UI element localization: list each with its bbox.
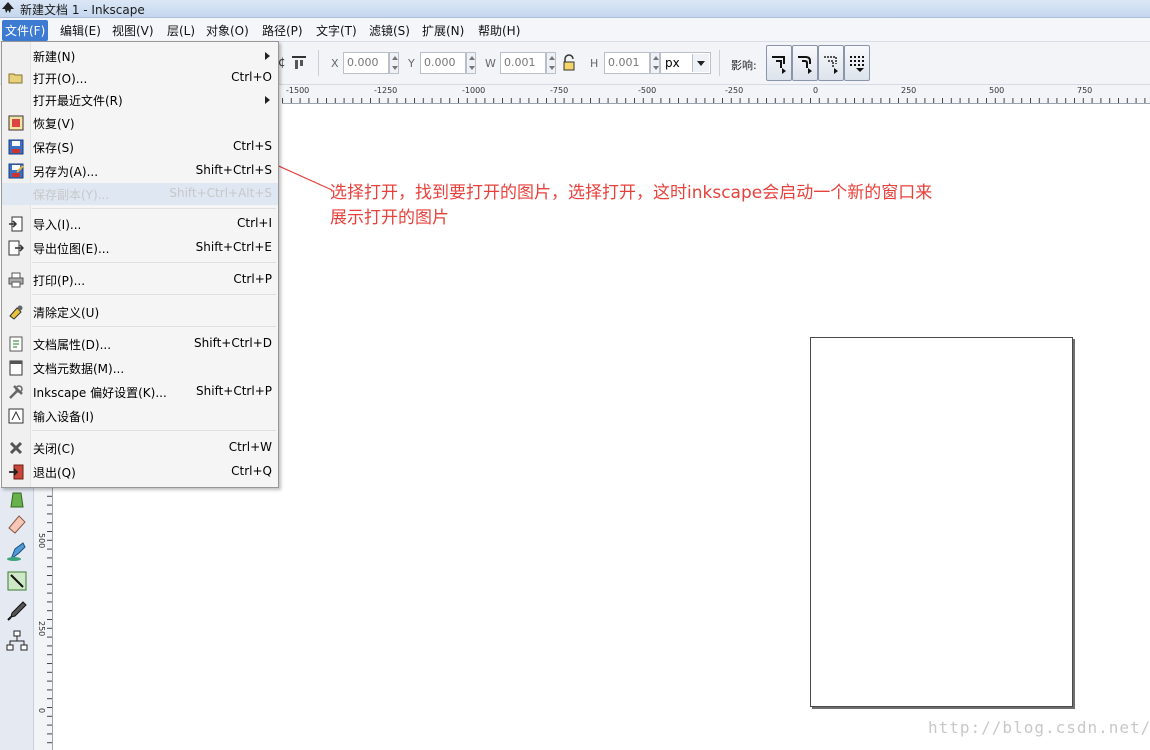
document-properties-icon [9, 336, 23, 352]
menu-item-save-copy: 保存副本(Y)... Shift+Ctrl+Alt+S [2, 183, 278, 205]
menu-item-label: 退出(Q) [33, 466, 76, 480]
menu-item-label: 保存(S) [33, 141, 74, 155]
menu-separator [32, 326, 276, 327]
menu-item-document-metadata[interactable]: 文档元数据(M)... [2, 357, 278, 379]
menu-item-shortcut: Ctrl+S [232, 139, 272, 153]
menu-item-save[interactable]: 保存(S) Ctrl+S [2, 136, 278, 158]
menu-separator [32, 208, 276, 209]
annotation-line-1: 选择打开，找到要打开的图片，选择打开，这时inkscape会启动一个新的窗口来 [330, 183, 933, 203]
submenu-arrow-icon [265, 52, 270, 60]
menu-item-quit[interactable]: 退出(Q) Ctrl+Q [2, 461, 278, 483]
menu-item-import[interactable]: 导入(I)... Ctrl+I [2, 213, 278, 235]
menu-item-label: 打开最近文件(R) [33, 94, 123, 108]
menu-separator [32, 294, 276, 295]
menu-item-shortcut: Ctrl+O [231, 70, 272, 84]
menu-item-shortcut: Shift+Ctrl+Alt+S [169, 186, 272, 200]
preferences-icon [9, 385, 23, 399]
menu-item-input-devices[interactable]: 输入设备(I) [2, 405, 278, 427]
menu-item-preferences[interactable]: Inkscape 偏好设置(K)... Shift+Ctrl+P [2, 381, 278, 403]
menu-item-close[interactable]: 关闭(C) Ctrl+W [2, 437, 278, 459]
input-devices-icon [8, 408, 24, 424]
menu-separator [32, 430, 276, 431]
menu-item-shortcut: Shift+Ctrl+E [195, 240, 272, 254]
menu-item-shortcut: Ctrl+P [233, 272, 272, 286]
menu-item-label: 文档属性(D)... [33, 338, 112, 352]
menu-item-open[interactable]: 打开(O)... Ctrl+O [2, 67, 278, 89]
menu-item-shortcut: Ctrl+W [228, 440, 272, 454]
menu-item-save-as[interactable]: 另存为(A)... Shift+Ctrl+S [2, 160, 278, 182]
save-icon [8, 139, 24, 155]
file-menu: 新建(N) 打开(O)... Ctrl+O 打开最近文件(R) 恢复(V) 保存… [1, 41, 279, 488]
menu-item-label: 清除定义(U) [33, 306, 100, 320]
export-bitmap-icon [8, 240, 24, 256]
menu-item-label: 另存为(A)... [33, 165, 99, 179]
watermark-text: http://blog.csdn.net/ [928, 718, 1150, 737]
menu-item-shortcut: Shift+Ctrl+D [194, 336, 272, 350]
document-metadata-icon [9, 360, 23, 376]
menu-item-label: 导出位图(E)... [33, 242, 110, 256]
annotation-text: 选择打开，找到要打开的图片，选择打开，这时inkscape会启动一个新的窗口来 … [330, 181, 1010, 231]
menu-item-label: 恢复(V) [33, 117, 75, 131]
menu-item-document-properties[interactable]: 文档属性(D)... Shift+Ctrl+D [2, 333, 278, 355]
menu-item-revert[interactable]: 恢复(V) [2, 112, 278, 134]
menu-item-shortcut: Ctrl+I [237, 216, 272, 230]
menu-item-label: 保存副本(Y)... [33, 188, 110, 202]
menu-item-label: 文档元数据(M)... [33, 362, 125, 376]
save-as-icon [8, 163, 24, 179]
menu-item-vacuum-defs[interactable]: 清除定义(U) [2, 301, 278, 323]
menu-item-label: 关闭(C) [33, 442, 75, 456]
submenu-arrow-icon [265, 96, 270, 104]
menu-item-label: 新建(N) [33, 50, 76, 64]
menu-item-shortcut: Ctrl+Q [231, 464, 272, 478]
menu-item-new[interactable]: 新建(N) [2, 45, 278, 67]
menu-item-shortcut: Shift+Ctrl+S [195, 163, 272, 177]
menu-item-label: 输入设备(I) [33, 410, 94, 424]
annotation-line-2: 展示打开的图片 [330, 208, 449, 228]
menu-item-export-bitmap[interactable]: 导出位图(E)... Shift+Ctrl+E [2, 237, 278, 259]
vacuum-defs-icon [9, 305, 23, 320]
menu-item-shortcut: Shift+Ctrl+P [196, 384, 272, 398]
menu-item-open-recent[interactable]: 打开最近文件(R) [2, 89, 278, 111]
menu-item-label: 打开(O)... [33, 72, 88, 86]
open-folder-icon [8, 73, 23, 84]
print-icon [8, 272, 24, 288]
menu-item-label: 导入(I)... [33, 218, 82, 232]
menu-item-print[interactable]: 打印(P)... Ctrl+P [2, 269, 278, 291]
revert-icon [8, 115, 24, 131]
quit-icon [9, 464, 24, 480]
menu-separator [32, 262, 276, 263]
import-icon [9, 216, 23, 232]
menu-item-label: Inkscape 偏好设置(K)... [33, 386, 167, 400]
close-icon [9, 441, 23, 455]
menu-item-label: 打印(P)... [33, 274, 86, 288]
